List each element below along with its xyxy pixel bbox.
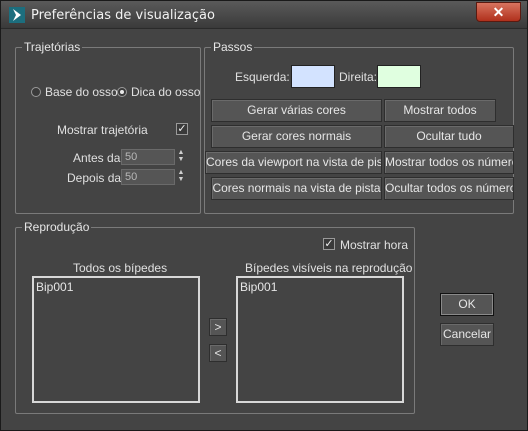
- cancel-button[interactable]: Cancelar: [440, 323, 494, 346]
- app-icon: [9, 7, 25, 23]
- antes-label: Antes da: [73, 151, 121, 165]
- trajetorias-group: Trajetórias Base do osso Dica do osso Mo…: [15, 40, 201, 214]
- title-bar[interactable]: Preferências de visualização ✕: [1, 1, 527, 29]
- depois-spinner-icon[interactable]: ▲ ▼: [176, 169, 186, 185]
- gerar-cores-normais-button[interactable]: Gerar cores normais: [211, 125, 382, 148]
- window-title: Preferências de visualização: [31, 8, 215, 23]
- passos-group: Passos Esquerda: Direita: Gerar várias c…: [204, 40, 514, 214]
- esquerda-color-swatch[interactable]: [291, 65, 335, 88]
- todos-bipedes-label: Todos os bípedes: [73, 261, 168, 275]
- passos-title: Passos: [211, 40, 255, 54]
- list-item[interactable]: Bip001: [240, 280, 400, 294]
- mostrar-trajetoria-checkbox[interactable]: ✓: [176, 123, 188, 135]
- gerar-varias-cores-button[interactable]: Gerar várias cores: [211, 99, 382, 122]
- add-biped-button[interactable]: >: [209, 318, 227, 336]
- cores-normais-pista-button[interactable]: Cores normais na vista de pista: [211, 177, 382, 200]
- visiveis-label: Bípedes visíveis na reprodução: [245, 261, 413, 275]
- todos-bipedes-list[interactable]: Bip001: [32, 276, 200, 403]
- mostrar-numeros-button[interactable]: Mostrar todos os números: [384, 151, 514, 174]
- mostrar-trajetoria-label: Mostrar trajetória: [57, 123, 148, 137]
- radio-dica-do-osso[interactable]: [117, 87, 127, 97]
- check-icon: ✓: [324, 238, 334, 250]
- esquerda-label: Esquerda:: [235, 70, 290, 84]
- reproducao-title: Reprodução: [22, 220, 92, 234]
- radio-base-do-osso[interactable]: [31, 87, 41, 97]
- mostrar-todos-button[interactable]: Mostrar todos: [384, 99, 496, 122]
- ocultar-tudo-button[interactable]: Ocultar tudo: [384, 125, 514, 148]
- remove-biped-button[interactable]: <: [209, 344, 227, 362]
- depois-input[interactable]: 50: [121, 169, 175, 185]
- bipedes-visiveis-list[interactable]: Bip001: [236, 276, 404, 403]
- ocultar-numeros-button[interactable]: Ocultar todos os números: [384, 177, 514, 200]
- direita-color-swatch[interactable]: [377, 65, 421, 88]
- radio-base-label: Base do osso: [45, 85, 118, 99]
- direita-label: Direita:: [339, 70, 378, 84]
- dialog-window: Preferências de visualização ✕ Trajetóri…: [0, 0, 528, 431]
- antes-spinner-icon[interactable]: ▲ ▼: [176, 149, 186, 165]
- mostrar-hora-label: Mostrar hora: [340, 238, 409, 252]
- close-icon: ✕: [492, 4, 505, 20]
- ok-button[interactable]: OK: [440, 293, 494, 316]
- depois-label: Depois da: [67, 171, 122, 185]
- mostrar-hora-checkbox[interactable]: ✓: [323, 238, 335, 250]
- cores-viewport-button[interactable]: Cores da viewport na vista de pista: [205, 151, 382, 174]
- close-button[interactable]: ✕: [476, 2, 521, 22]
- list-item[interactable]: Bip001: [36, 280, 196, 294]
- trajetorias-title: Trajetórias: [22, 40, 83, 54]
- radio-dica-label: Dica do osso: [131, 85, 201, 99]
- dialog-client: Trajetórias Base do osso Dica do osso Mo…: [7, 31, 521, 425]
- antes-input[interactable]: 50: [121, 149, 175, 165]
- check-icon: ✓: [177, 123, 187, 135]
- reproducao-group: Reprodução ✓ Mostrar hora Todos os bíped…: [15, 220, 415, 414]
